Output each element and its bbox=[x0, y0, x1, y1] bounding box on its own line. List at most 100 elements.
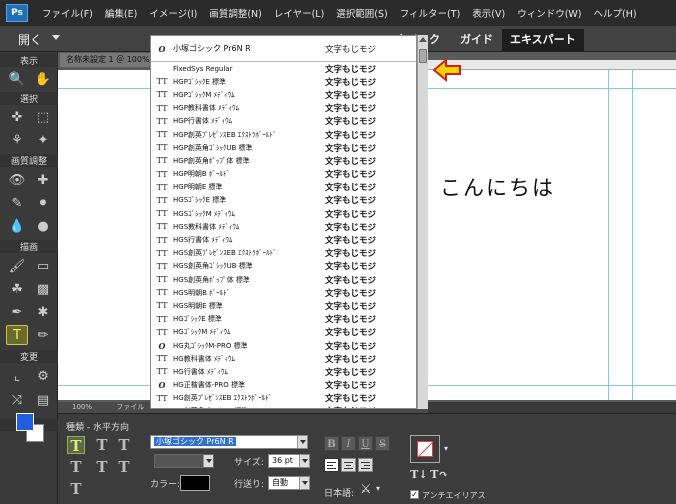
font-list-item[interactable]: TT HGP創英角ｺﾞｼｯｸUB 標準 文字もじモジ bbox=[151, 141, 416, 154]
menu-view[interactable]: 表示(V) bbox=[466, 6, 511, 20]
text-orientation-button[interactable] bbox=[410, 435, 440, 463]
font-list-item[interactable]: TT HGSｺﾞｼｯｸE 標準 文字もじモジ bbox=[151, 194, 416, 207]
font-list-item[interactable]: TT HGP教科書体 ﾒﾃﾞｨｳﾑ 文字もじモジ bbox=[151, 102, 416, 115]
chevron-down-icon[interactable]: ▾ bbox=[444, 444, 448, 453]
spot-healing-tool-icon[interactable]: ✚ bbox=[32, 170, 54, 190]
chevron-down-icon[interactable] bbox=[299, 455, 309, 467]
scroll-up-icon[interactable] bbox=[419, 37, 427, 42]
font-list-item[interactable]: TT HGS明朝E 標準 文字もじモジ bbox=[151, 299, 416, 312]
horizontal-mask-type-icon[interactable]: T bbox=[115, 436, 133, 454]
canvas-text-layer[interactable]: こんにちは bbox=[440, 172, 555, 202]
font-list-item[interactable]: TT HGPｺﾞｼｯｸM ﾒﾃﾞｨｳﾑ 文字もじモジ bbox=[151, 88, 416, 101]
font-list-item[interactable]: TT HGS創英角ﾎﾟｯﾌﾟ体 標準 文字もじモジ bbox=[151, 273, 416, 286]
font-list-scrollbar[interactable] bbox=[417, 35, 428, 409]
font-list-item[interactable]: TT HG教科書体 ﾒﾃﾞｨｳﾑ 文字もじモジ bbox=[151, 352, 416, 365]
menu-select[interactable]: 選択範囲(S) bbox=[330, 6, 393, 20]
language-icon[interactable]: ⚔ bbox=[360, 482, 372, 497]
font-list-item[interactable]: O HG正楷書体-PRO 標準 文字もじモジ bbox=[151, 379, 416, 392]
clone-stamp-tool-icon[interactable]: ⚫ bbox=[32, 193, 54, 213]
menu-help[interactable]: ヘルプ(H) bbox=[588, 6, 643, 20]
font-style-select[interactable] bbox=[154, 454, 214, 468]
antialias-checkbox[interactable]: ✓ bbox=[410, 490, 419, 499]
smart-brush-tool-icon[interactable]: ✎ bbox=[6, 193, 28, 213]
font-list-item[interactable]: TT HGS明朝B ﾎﾞｰﾙﾄﾞ 文字もじモジ bbox=[151, 286, 416, 299]
font-list-item[interactable]: TT HGS創英角ｺﾞｼｯｸUB 標準 文字もじモジ bbox=[151, 260, 416, 273]
align-center-button[interactable] bbox=[341, 458, 356, 472]
foreground-color-swatch[interactable] bbox=[16, 413, 34, 431]
vertical-mask-type-icon[interactable]: T bbox=[67, 480, 85, 498]
menu-window[interactable]: ウィンドウ(W) bbox=[511, 6, 587, 20]
straighten-tool-icon[interactable]: ▤ bbox=[32, 390, 54, 410]
quick-select-tool-icon[interactable]: ✦ bbox=[32, 130, 54, 150]
font-list-item[interactable]: TT HGP創英角ﾎﾟｯﾌﾟ体 標準 文字もじモジ bbox=[151, 154, 416, 167]
font-list-item[interactable]: TT HG創英ﾌﾟﾚｾﾞﾝｽEB ｴｸｽﾄﾗﾎﾞｰﾙﾄﾞ 文字もじモジ bbox=[151, 392, 416, 405]
sponge-tool-icon[interactable]: ● bbox=[32, 216, 54, 236]
vertical-type-icon[interactable]: T bbox=[93, 436, 111, 454]
menu-filter[interactable]: フィルター(T) bbox=[394, 6, 467, 20]
font-list-item[interactable]: TT HGｺﾞｼｯｸM ﾒﾃﾞｨｳﾑ 文字もじモジ bbox=[151, 326, 416, 339]
font-list-item[interactable]: TT HGP明朝B ﾎﾞｰﾙﾄﾞ 文字もじモジ bbox=[151, 168, 416, 181]
leading-select[interactable]: 自動 bbox=[268, 476, 310, 490]
eyedropper-tool-icon[interactable]: ✒ bbox=[6, 302, 28, 322]
font-list-item[interactable]: TT HG行書体 ﾒﾃﾞｨｳﾑ 文字もじモジ bbox=[151, 365, 416, 378]
crop-tool-icon[interactable]: ⌞ bbox=[6, 366, 28, 386]
align-left-button[interactable] bbox=[324, 458, 339, 472]
align-right-button[interactable] bbox=[358, 458, 373, 472]
canvas-left[interactable] bbox=[58, 70, 150, 400]
gradient-tool-icon[interactable]: ▩ bbox=[32, 279, 54, 299]
font-list-item[interactable]: TT HGｺﾞｼｯｸE 標準 文字もじモジ bbox=[151, 313, 416, 326]
tab-guided[interactable]: ガイド bbox=[452, 29, 501, 51]
scroll-thumb[interactable] bbox=[419, 49, 427, 63]
recompose-tool-icon[interactable]: ⚙ bbox=[32, 366, 54, 386]
font-list-item[interactable]: TT HGP創英ﾌﾟﾚｾﾞﾝｽEB ｴｸｽﾄﾗﾎﾞｰﾙﾄﾞ 文字もじモジ bbox=[151, 128, 416, 141]
open-dropdown-icon[interactable] bbox=[52, 35, 60, 40]
font-family-select[interactable]: 小塚ゴシック Pr6N R bbox=[150, 435, 308, 449]
zoom-tool-icon[interactable]: 🔍 bbox=[6, 69, 28, 89]
brush-tool-icon[interactable]: 🖌 bbox=[6, 256, 28, 276]
font-list-current[interactable]: O 小塚ゴシック Pr6N R 文字もじモジ bbox=[151, 36, 416, 62]
chevron-down-icon[interactable]: ▾ bbox=[376, 484, 380, 493]
font-list-item[interactable]: TT HGP行書体 ﾒﾃﾞｨｳﾑ 文字もじモジ bbox=[151, 115, 416, 128]
font-dropdown-list[interactable]: O 小塚ゴシック Pr6N R 文字もじモジ FixedSys Regular 文… bbox=[150, 35, 417, 409]
marquee-tool-icon[interactable]: ⬚ bbox=[32, 107, 54, 127]
font-list-item[interactable]: FixedSys Regular 文字もじモジ bbox=[151, 62, 416, 75]
font-list-item[interactable]: TT HGPｺﾞｼｯｸE 標準 文字もじモジ bbox=[151, 75, 416, 88]
underline-button[interactable]: U bbox=[358, 436, 373, 451]
chevron-down-icon[interactable] bbox=[203, 455, 213, 467]
open-button[interactable]: 開く bbox=[18, 31, 42, 48]
italic-button[interactable]: I bbox=[341, 436, 356, 451]
menu-layer[interactable]: レイヤー(L) bbox=[268, 6, 330, 20]
font-list-item[interactable]: TT HGS教科書体 ﾒﾃﾞｨｳﾑ 文字もじモジ bbox=[151, 220, 416, 233]
menu-image[interactable]: イメージ(I) bbox=[143, 6, 203, 20]
font-list-item[interactable]: TT HGS創英ﾌﾟﾚｾﾞﾝｽEB ｴｸｽﾄﾗﾎﾞｰﾙﾄﾞ 文字もじモジ bbox=[151, 247, 416, 260]
chevron-down-icon[interactable] bbox=[299, 477, 309, 489]
menu-enhance[interactable]: 画質調整(N) bbox=[203, 6, 268, 20]
font-list-item[interactable]: TT HGP明朝E 標準 文字もじモジ bbox=[151, 181, 416, 194]
horizontal-text-on-selection-icon[interactable]: T bbox=[67, 458, 85, 476]
menu-edit[interactable]: 編集(E) bbox=[99, 6, 143, 20]
text-on-path-icon[interactable]: T bbox=[115, 458, 133, 476]
move-tool-icon[interactable]: ✜ bbox=[6, 107, 28, 127]
font-size-select[interactable]: 36 pt bbox=[268, 454, 310, 468]
hand-tool-icon[interactable]: ✋ bbox=[32, 69, 54, 89]
content-aware-move-tool-icon[interactable]: ⤨ bbox=[6, 390, 28, 410]
custom-shape-tool-icon[interactable]: ✱ bbox=[32, 302, 54, 322]
paint-bucket-tool-icon[interactable]: ☘ bbox=[6, 279, 28, 299]
blur-tool-icon[interactable]: 💧 bbox=[6, 216, 28, 236]
type-tool-icon[interactable]: T bbox=[6, 325, 28, 345]
eraser-tool-icon[interactable]: ▭ bbox=[32, 256, 54, 276]
horizontal-type-icon[interactable]: T bbox=[67, 436, 85, 455]
red-eye-tool-icon[interactable]: 👁 bbox=[6, 170, 28, 190]
font-list-item[interactable]: TT HGSｺﾞｼｯｸM ﾒﾃﾞｨｳﾑ 文字もじモジ bbox=[151, 207, 416, 220]
menu-file[interactable]: ファイル(F) bbox=[36, 6, 99, 20]
strikethrough-button[interactable]: S bbox=[375, 436, 390, 451]
bold-button[interactable]: B bbox=[324, 436, 339, 451]
document-tab[interactable]: 名称未設定 1 ＠ 100% (こ bbox=[60, 53, 156, 67]
font-list-item[interactable]: O HG丸ｺﾞｼｯｸM-PRO 標準 文字もじモジ bbox=[151, 339, 416, 352]
change-text-orientation-icon[interactable]: T↓ bbox=[410, 466, 428, 484]
tab-expert[interactable]: エキスパート bbox=[502, 29, 584, 51]
font-list-item[interactable]: TTHG創英角ｺﾞｼｯｸUB 標準文字もじモジ bbox=[151, 405, 416, 408]
canvas[interactable] bbox=[428, 70, 676, 400]
warp-text-icon[interactable]: T↷ bbox=[430, 466, 448, 484]
lasso-tool-icon[interactable]: ⚘ bbox=[6, 130, 28, 150]
